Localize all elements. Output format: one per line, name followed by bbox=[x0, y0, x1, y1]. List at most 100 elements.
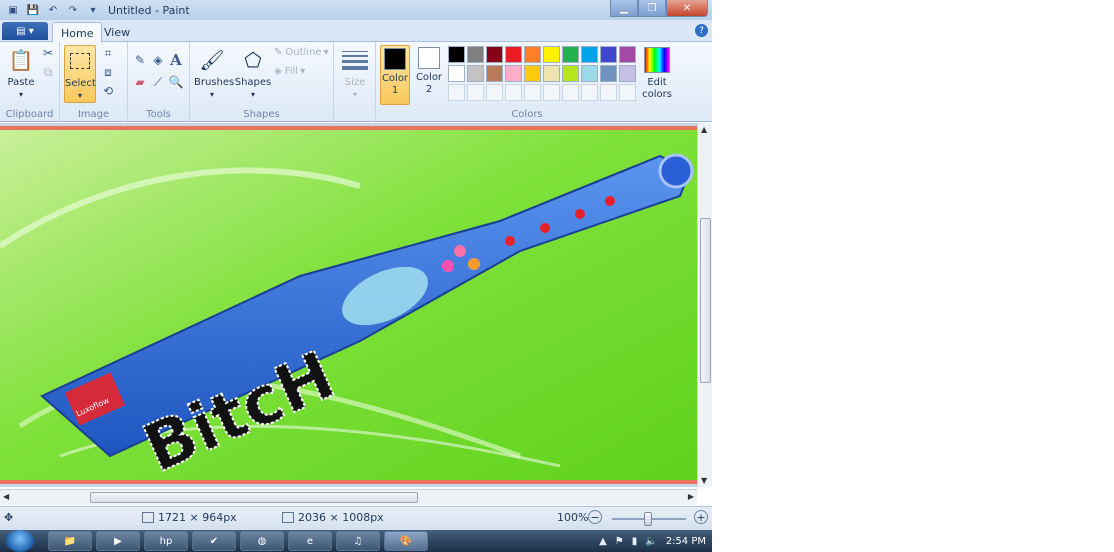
fill-bucket-icon[interactable]: ◈ bbox=[150, 52, 166, 68]
zoom-slider-thumb[interactable] bbox=[644, 512, 652, 526]
palette-swatch[interactable] bbox=[505, 65, 522, 82]
shapes-button[interactable]: ⬠ Shapes ▾ bbox=[234, 45, 272, 101]
pencil-icon[interactable]: ✎ bbox=[132, 52, 148, 68]
image-size-icon bbox=[282, 512, 294, 523]
fill-label: Fill bbox=[284, 66, 299, 77]
scroll-right-icon[interactable]: ▶ bbox=[688, 492, 694, 501]
palette-custom-swatch[interactable] bbox=[448, 84, 465, 101]
copy-icon[interactable]: ⧉ bbox=[40, 64, 56, 80]
palette-custom-swatch[interactable] bbox=[600, 84, 617, 101]
palette-swatch[interactable] bbox=[467, 65, 484, 82]
globe-icon[interactable]: ◍ bbox=[240, 531, 284, 551]
horizontal-scrollbar[interactable]: ◀ ▶ bbox=[0, 489, 697, 505]
flag-icon[interactable]: ⚑ bbox=[615, 536, 624, 547]
volume-icon[interactable]: 🔈 bbox=[645, 536, 657, 547]
explorer-icon[interactable]: 📁 bbox=[48, 531, 92, 551]
windows-taskbar: 📁 ▶ hp ✔ ◍ e ♫ 🎨 ▲ ⚑ ▮ 🔈 2:54 PM bbox=[0, 530, 712, 552]
color-picker-icon[interactable]: ⟋ bbox=[150, 74, 166, 90]
bottle-cap bbox=[658, 153, 694, 189]
scroll-up-icon[interactable]: ▲ bbox=[701, 125, 707, 134]
text-tool-icon[interactable]: A bbox=[168, 51, 184, 69]
size-button[interactable]: Size ▾ bbox=[339, 45, 371, 101]
paint-menu-button[interactable]: ▤ ▾ bbox=[2, 22, 48, 40]
palette-swatch[interactable] bbox=[562, 46, 579, 63]
palette-swatch[interactable] bbox=[505, 46, 522, 63]
palette-swatch[interactable] bbox=[448, 65, 465, 82]
window-controls: ▁ ❐ ✕ bbox=[610, 0, 708, 17]
hp-icon[interactable]: hp bbox=[144, 531, 188, 551]
network-icon[interactable]: ▲ bbox=[599, 536, 607, 547]
palette-custom-swatch[interactable] bbox=[543, 84, 560, 101]
signal-icon[interactable]: ▮ bbox=[632, 536, 638, 547]
zoom-in-icon[interactable]: + bbox=[694, 510, 708, 524]
cut-icon[interactable]: ✂ bbox=[40, 45, 56, 61]
eraser-icon[interactable]: ▰ bbox=[132, 74, 148, 90]
scroll-left-icon[interactable]: ◀ bbox=[3, 492, 9, 501]
drawing-canvas[interactable]: Luxoflow BitcH bbox=[0, 126, 697, 484]
palette-custom-swatch[interactable] bbox=[581, 84, 598, 101]
palette-custom-swatch[interactable] bbox=[524, 84, 541, 101]
media-player-icon[interactable]: ▶ bbox=[96, 531, 140, 551]
palette-custom-swatch[interactable] bbox=[505, 84, 522, 101]
palette-swatch[interactable] bbox=[524, 46, 541, 63]
selection-size: 1721 × 964px bbox=[142, 511, 237, 524]
palette-swatch[interactable] bbox=[486, 46, 503, 63]
vertical-scrollbar[interactable]: ▲ ▼ bbox=[697, 123, 712, 487]
palette-swatch[interactable] bbox=[600, 65, 617, 82]
itunes-icon[interactable]: ♫ bbox=[336, 531, 380, 551]
maximize-button[interactable]: ❐ bbox=[638, 0, 666, 17]
paint-app-icon[interactable]: ▣ bbox=[6, 3, 20, 17]
close-button[interactable]: ✕ bbox=[666, 0, 708, 17]
palette-swatch[interactable] bbox=[619, 65, 636, 82]
customize-dropdown-icon[interactable]: ▾ bbox=[86, 3, 100, 17]
palette-swatch[interactable] bbox=[486, 65, 503, 82]
resize-icon[interactable]: ⧈ bbox=[100, 64, 116, 80]
palette-swatch[interactable] bbox=[581, 46, 598, 63]
palette-custom-swatch[interactable] bbox=[562, 84, 579, 101]
scroll-down-icon[interactable]: ▼ bbox=[701, 476, 707, 485]
start-button[interactable] bbox=[6, 530, 34, 552]
palette-custom-swatch[interactable] bbox=[486, 84, 503, 101]
palette-swatch[interactable] bbox=[581, 65, 598, 82]
edit-colors-button[interactable]: Edit colors bbox=[640, 45, 674, 101]
palette-custom-swatch[interactable] bbox=[467, 84, 484, 101]
zoom-slider[interactable] bbox=[612, 512, 686, 526]
paste-button[interactable]: 📋 Paste ▾ bbox=[4, 45, 38, 101]
internet-explorer-icon[interactable]: e bbox=[288, 531, 332, 551]
help-icon[interactable]: ? bbox=[695, 24, 708, 37]
palette-swatch[interactable] bbox=[467, 46, 484, 63]
palette-swatch[interactable] bbox=[448, 46, 465, 63]
paste-label: Paste bbox=[7, 77, 35, 88]
brushes-button[interactable]: 🖌 Brushes ▾ bbox=[194, 45, 234, 101]
paint-taskbar-icon[interactable]: 🎨 bbox=[384, 531, 428, 551]
outline-button[interactable]: ✎ Outline ▾ bbox=[274, 47, 329, 58]
outline-icon: ✎ bbox=[274, 47, 283, 58]
palette-custom-swatch[interactable] bbox=[619, 84, 636, 101]
color1-button[interactable]: Color 1 bbox=[380, 45, 410, 105]
tab-home[interactable]: Home bbox=[52, 22, 103, 43]
palette-swatch[interactable] bbox=[562, 65, 579, 82]
palette-swatch[interactable] bbox=[543, 65, 560, 82]
palette-swatch[interactable] bbox=[543, 46, 560, 63]
palette-swatch[interactable] bbox=[619, 46, 636, 63]
redo-icon[interactable]: ↷ bbox=[66, 3, 80, 17]
select-button[interactable]: Select ▾ bbox=[64, 45, 96, 103]
horizontal-scroll-thumb[interactable] bbox=[90, 492, 418, 503]
palette-swatch[interactable] bbox=[524, 65, 541, 82]
undo-icon[interactable]: ↶ bbox=[46, 3, 60, 17]
vertical-scroll-thumb[interactable] bbox=[700, 218, 711, 383]
canvas-area[interactable]: Luxoflow BitcH bbox=[0, 123, 697, 487]
palette-swatch[interactable] bbox=[600, 46, 617, 63]
magnifier-icon[interactable]: 🔍 bbox=[168, 74, 184, 90]
minimize-button[interactable]: ▁ bbox=[610, 0, 638, 17]
save-icon[interactable]: 💾 bbox=[26, 3, 40, 17]
zoom-out-icon[interactable]: − bbox=[588, 510, 602, 524]
rotate-icon[interactable]: ⟲ bbox=[100, 83, 116, 99]
tab-view[interactable]: View bbox=[96, 22, 138, 43]
fill-button[interactable]: ◈ Fill ▾ bbox=[274, 66, 305, 77]
crop-icon[interactable]: ⌗ bbox=[100, 45, 116, 61]
checkmark-app-icon[interactable]: ✔ bbox=[192, 531, 236, 551]
clock[interactable]: 2:54 PM bbox=[666, 536, 706, 547]
cursor-position-icon: ✥ bbox=[4, 511, 14, 524]
color2-button[interactable]: Color 2 bbox=[414, 45, 444, 96]
